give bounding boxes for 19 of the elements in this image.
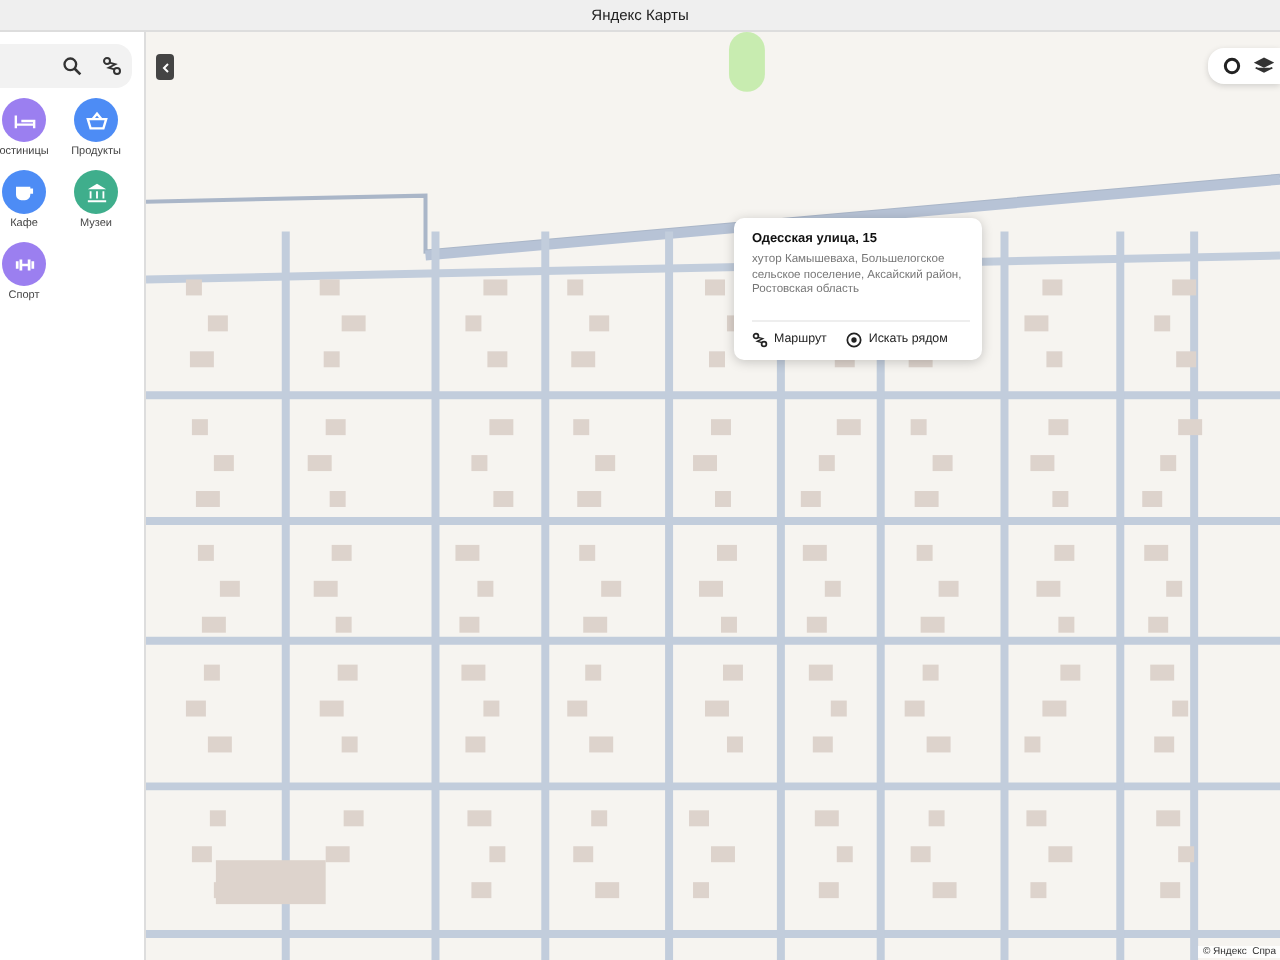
cup-icon <box>13 181 35 203</box>
layers-icon <box>1254 56 1274 76</box>
category-button[interactable] <box>2 98 46 142</box>
location-button[interactable] <box>1220 54 1244 78</box>
layers-button[interactable] <box>1252 54 1276 78</box>
category-button[interactable] <box>2 170 46 214</box>
search-icon[interactable] <box>62 56 82 76</box>
building-icon <box>85 181 107 203</box>
collapse-button[interactable] <box>156 54 174 80</box>
route-icon <box>752 331 768 348</box>
basket-icon <box>85 109 107 131</box>
target-icon <box>846 331 863 348</box>
category-button[interactable] <box>74 170 118 214</box>
category-button[interactable] <box>74 98 118 142</box>
search-field[interactable] <box>0 44 132 88</box>
chevron-left-icon <box>159 61 171 73</box>
ring-icon <box>1222 56 1242 76</box>
route-icon[interactable] <box>102 56 122 76</box>
category-button[interactable] <box>2 242 46 286</box>
